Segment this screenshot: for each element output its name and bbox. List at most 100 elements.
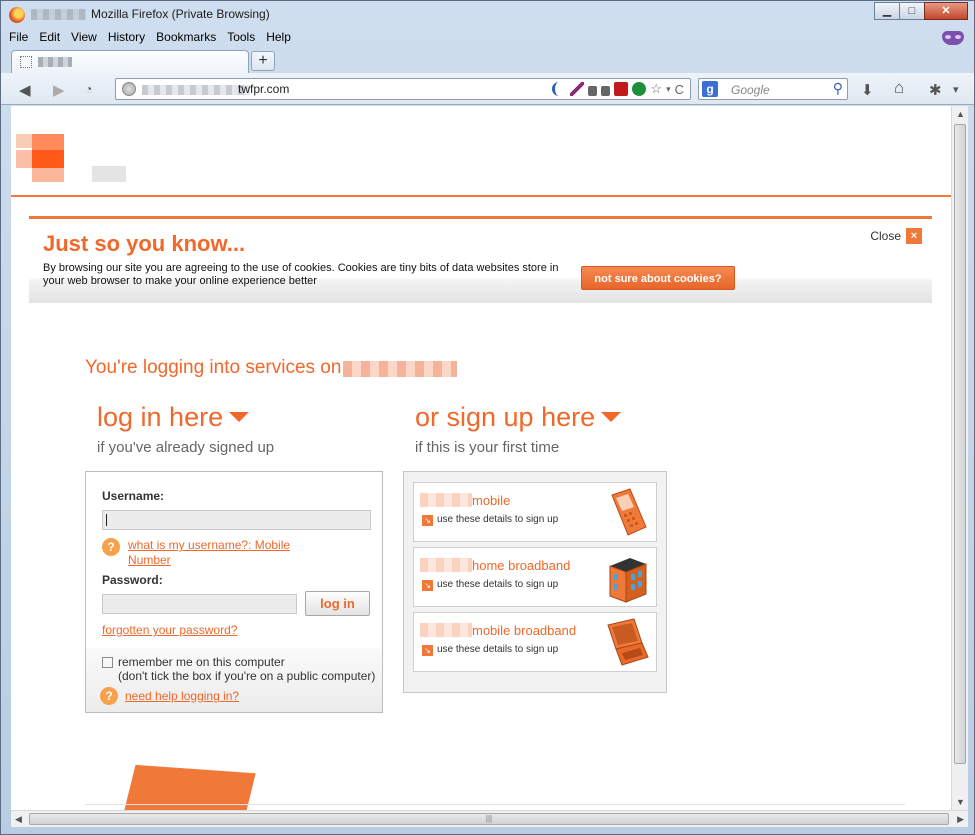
forward-icon[interactable]: ▶: [53, 81, 65, 99]
lock-icon-2[interactable]: [601, 85, 611, 96]
moon-icon[interactable]: [552, 82, 566, 96]
tab-strip: +: [1, 47, 974, 73]
search-icon[interactable]: ⚲: [833, 80, 843, 97]
chevron-down-icon: [229, 411, 250, 422]
signup-card-text-2: use these details to sign up: [437, 579, 559, 590]
remember-me-checkbox[interactable]: [102, 657, 113, 668]
scroll-right-icon[interactable]: ▶: [957, 814, 964, 825]
close-icon[interactable]: ×: [906, 228, 922, 244]
vertical-scrollbar[interactable]: ▲ ▼: [951, 106, 968, 810]
search-placeholder: Google: [731, 83, 770, 97]
laptop-icon: [607, 618, 649, 666]
chevron-down-icon-2: [601, 411, 622, 422]
menu-bookmarks[interactable]: Bookmarks: [156, 30, 216, 44]
login-heading: log in here: [97, 402, 250, 433]
login-heading-text: log in here: [97, 402, 224, 432]
brand-redacted-3: [420, 623, 472, 637]
login-button[interactable]: log in: [305, 591, 370, 616]
signup-card-title[interactable]: mobile: [472, 493, 510, 508]
remember-me-label: remember me on this computer (don't tick…: [118, 655, 375, 683]
signup-card-home-broadband[interactable]: home broadband ↘ use these details to si…: [413, 547, 657, 607]
footer-divider: [85, 804, 905, 805]
minimize-button[interactable]: ▁: [874, 2, 900, 20]
signup-card-title-2[interactable]: home broadband: [472, 558, 570, 573]
back-icon[interactable]: ◀: [19, 81, 31, 99]
tab-active[interactable]: [11, 50, 249, 73]
menu-view[interactable]: View: [71, 30, 97, 44]
password-input[interactable]: [102, 594, 297, 614]
brand-redacted-2: [420, 558, 472, 572]
house-icon: [609, 558, 647, 603]
cookies-info-button[interactable]: not sure about cookies?: [581, 266, 735, 290]
close-window-button[interactable]: ✕: [924, 2, 968, 20]
maximize-button[interactable]: □: [899, 2, 925, 20]
password-label: Password:: [102, 573, 163, 587]
signup-card-title-3[interactable]: mobile broadband: [472, 623, 576, 638]
vertical-scroll-thumb[interactable]: [954, 124, 966, 764]
cookie-notice: Just so you know... Close × By browsing …: [29, 216, 932, 303]
mobile-phone-icon: [611, 488, 647, 536]
help-question-icon-2: ?: [100, 687, 118, 705]
url-addon-icons: ☆ ▾ C: [552, 81, 684, 97]
cookie-close-button[interactable]: Close ×: [870, 228, 922, 244]
new-tab-button[interactable]: +: [251, 51, 275, 71]
google-icon[interactable]: g: [702, 81, 718, 97]
menu-edit[interactable]: Edit: [39, 30, 60, 44]
arrow-icon-2: ↘: [422, 580, 433, 591]
window-title: Mozilla Firefox (Private Browsing): [91, 7, 270, 21]
lock-icon[interactable]: [588, 85, 598, 96]
cookie-title: Just so you know...: [43, 231, 246, 256]
toolbar-menu-arrow-icon[interactable]: ▾: [953, 83, 959, 96]
horizontal-scroll-thumb[interactable]: |||: [29, 813, 949, 825]
window-controls: ▁ □ ✕: [874, 2, 968, 20]
signup-panel: mobile ↘ use these details to sign up ho…: [403, 471, 667, 693]
bookmark-star-icon[interactable]: ☆: [650, 81, 662, 97]
reload-icon[interactable]: C: [675, 82, 684, 97]
feather-icon[interactable]: [570, 82, 585, 96]
browser-window: Mozilla Firefox (Private Browsing) ▁ □ ✕…: [0, 0, 975, 835]
red-addon-icon[interactable]: [614, 82, 629, 96]
services-site-redacted: [343, 361, 457, 377]
menu-tools[interactable]: Tools: [227, 30, 255, 44]
brand-redacted: [420, 493, 472, 507]
signup-card-mobile-broadband[interactable]: mobile broadband ↘ use these details to …: [413, 612, 657, 672]
url-bar[interactable]: twfpr.com ☆ ▾ C: [115, 78, 691, 100]
horizontal-scrollbar[interactable]: ◀ ||| ▶: [11, 810, 968, 827]
scroll-down-icon[interactable]: ▼: [956, 797, 965, 807]
tab-title-redacted: [38, 57, 72, 67]
addon-bug-icon[interactable]: ✱: [929, 81, 942, 99]
download-icon[interactable]: ⬇: [861, 81, 874, 99]
services-heading: You're logging into services on: [85, 357, 342, 378]
scroll-up-icon[interactable]: ▲: [956, 109, 965, 119]
arrow-icon-3: ↘: [422, 645, 433, 656]
menu-file[interactable]: File: [9, 30, 28, 44]
need-help-link[interactable]: need help logging in?: [125, 689, 239, 704]
identity-key-icon[interactable]: ◔: [85, 82, 92, 96]
green-x-icon[interactable]: [632, 82, 647, 96]
remember-me-line2: (don't tick the box if you're on a publi…: [118, 669, 376, 683]
login-form: Username: ? what is my username?: Mobile…: [85, 471, 383, 713]
signup-heading-text: or sign up here: [415, 402, 596, 432]
menu-history[interactable]: History: [108, 30, 145, 44]
signup-heading: or sign up here: [415, 402, 622, 433]
forgot-password-link[interactable]: forgotten your password?: [102, 623, 237, 638]
home-icon[interactable]: ⌂: [894, 78, 904, 98]
signup-card-text-3: use these details to sign up: [437, 644, 559, 655]
signup-card-text: use these details to sign up: [437, 514, 559, 525]
cookie-body-text: By browsing our site you are agreeing to…: [43, 262, 559, 287]
arrow-icon: ↘: [422, 515, 433, 526]
username-help-link[interactable]: what is my username?: Mobile Number: [128, 538, 328, 568]
scroll-left-icon[interactable]: ◀: [15, 814, 22, 825]
username-input[interactable]: [102, 510, 371, 530]
cookie-close-label[interactable]: Close: [870, 229, 901, 243]
dropdown-arrow-icon[interactable]: ▾: [666, 84, 671, 95]
menu-help[interactable]: Help: [266, 30, 291, 44]
navigation-toolbar: ◀ ▶ ◔ twfpr.com ☆ ▾ C g Google ⚲ ⬇ ⌂ ✱ ▾: [1, 73, 974, 105]
loading-favicon-icon: [20, 56, 32, 68]
signup-card-mobile[interactable]: mobile ↘ use these details to sign up: [413, 482, 657, 542]
header-divider: [11, 195, 951, 197]
search-bar[interactable]: g Google ⚲: [698, 78, 848, 100]
login-subheading: if you've already signed up: [97, 439, 275, 456]
remember-me-line1: remember me on this computer: [118, 655, 285, 669]
firefox-logo-icon: [9, 7, 25, 23]
